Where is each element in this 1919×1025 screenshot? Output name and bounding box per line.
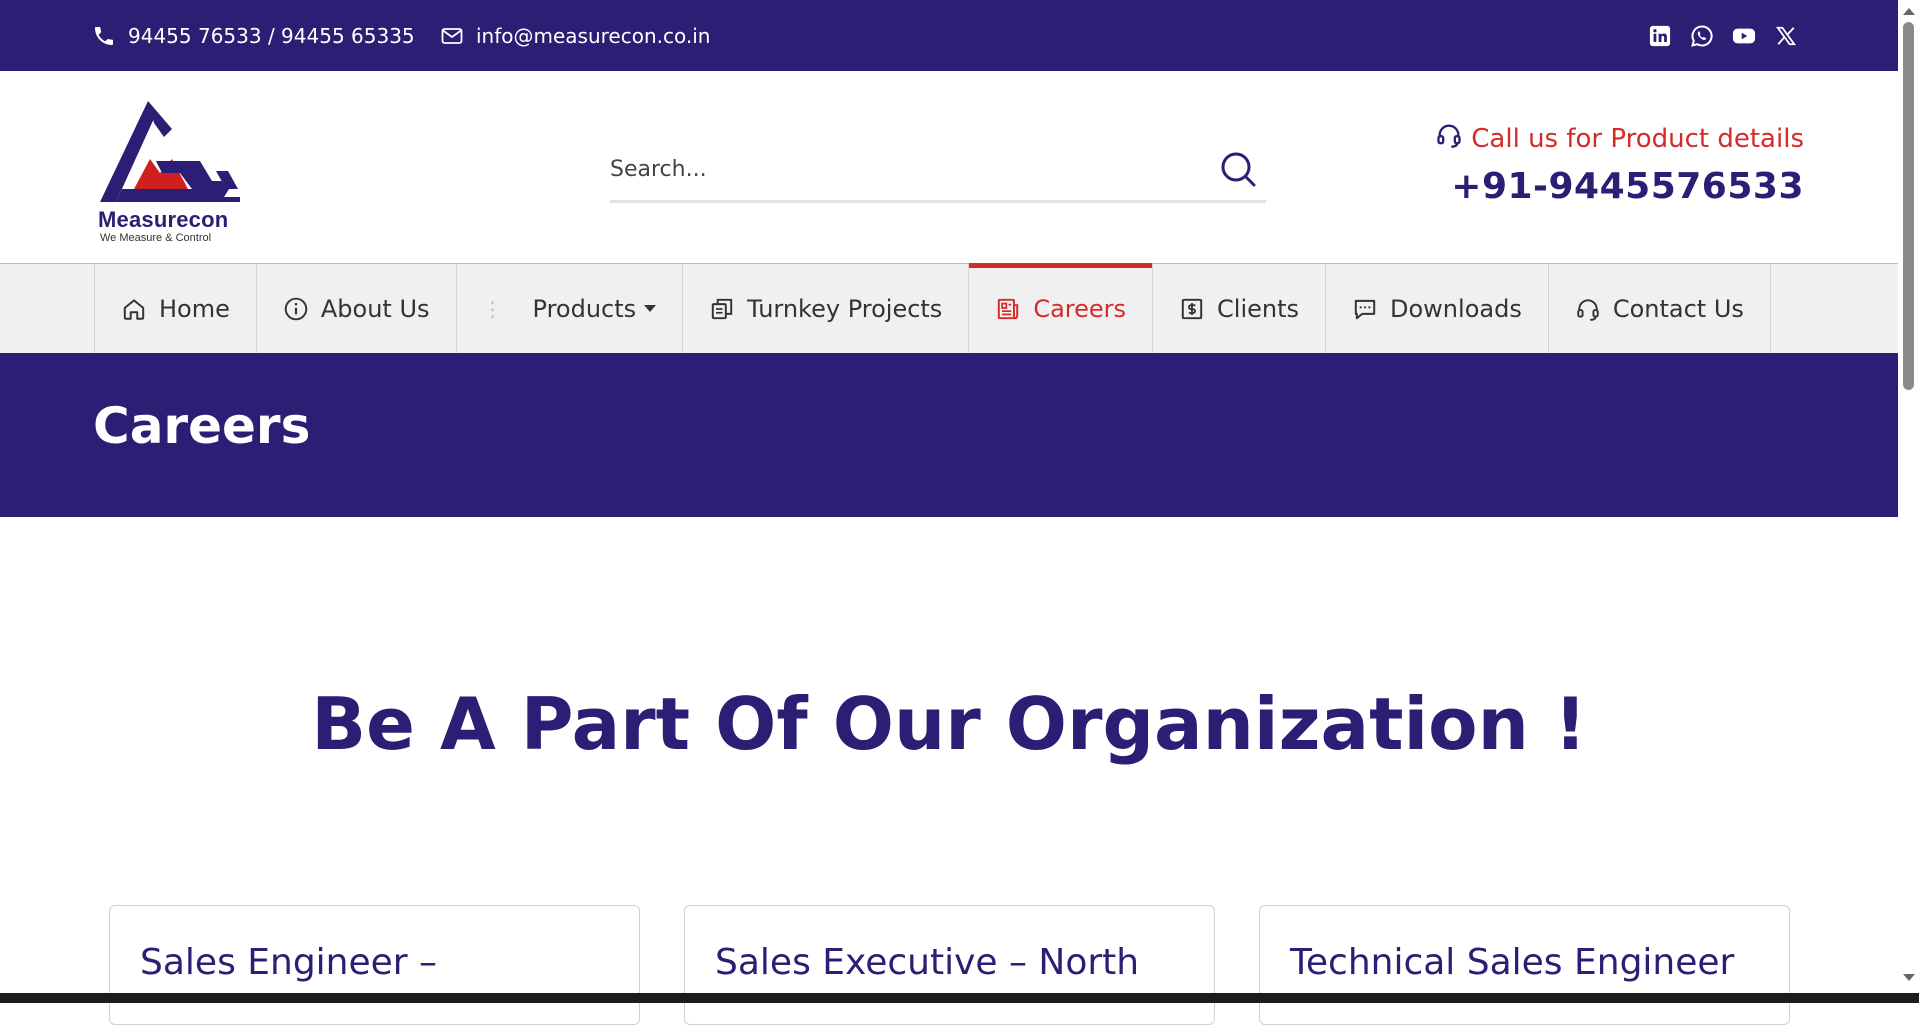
nav-label: Careers (1033, 294, 1127, 323)
job-card[interactable]: Technical Sales Engineer (1259, 905, 1790, 1025)
copy-icon (711, 298, 733, 319)
site-header: Measurecon We Measure & Control Call us … (0, 71, 1898, 264)
nav-label: Home (159, 294, 230, 323)
page-banner: Careers (0, 353, 1898, 517)
nav-label: Downloads (1390, 294, 1522, 323)
dots-icon: ⋮ (482, 296, 503, 321)
social-links (1648, 0, 1798, 71)
call-us-text: Call us for Product details (1471, 123, 1804, 154)
search-icon (1221, 152, 1256, 187)
job-title[interactable]: Sales Executive – North (715, 942, 1184, 983)
top-bar: 94455 76533 / 94455 65335 info@measureco… (0, 0, 1898, 71)
nav-label: Turnkey Projects (747, 294, 943, 323)
nav-home[interactable]: Home (94, 264, 256, 353)
newspaper-icon (998, 298, 1019, 319)
nav-about-us[interactable]: About Us (255, 264, 456, 353)
job-card[interactable]: Sales Executive – North (684, 905, 1215, 1025)
headset-icon (1577, 298, 1599, 321)
search-button[interactable] (1218, 149, 1258, 189)
scroll-up-icon[interactable] (1903, 8, 1915, 15)
nav-label: Products (532, 294, 637, 323)
phone-text: 94455 76533 / 94455 65335 (128, 23, 415, 48)
nav-contact-us[interactable]: Contact Us (1547, 264, 1771, 353)
nav-products[interactable]: ⋮ Products (455, 264, 683, 353)
caret-down-icon (644, 305, 657, 312)
linkedin-icon[interactable] (1648, 24, 1672, 48)
section-heading: Be A Part Of Our Organization ! (311, 682, 1587, 766)
phone-icon (92, 24, 116, 48)
nav-turnkey-projects[interactable]: Turnkey Projects (682, 264, 968, 353)
top-email[interactable]: info@measurecon.co.in (440, 0, 710, 71)
call-us-number[interactable]: +91-9445576533 (1435, 166, 1804, 207)
job-card[interactable]: Sales Engineer – (109, 905, 640, 1025)
x-icon[interactable] (1774, 24, 1798, 48)
window-bottom-strip (0, 993, 1919, 1003)
youtube-icon[interactable] (1732, 24, 1756, 48)
call-us-block: Call us for Product details +91-94455765… (1435, 121, 1804, 207)
chat-icon (1354, 299, 1376, 319)
top-phone[interactable]: 94455 76533 / 94455 65335 (92, 0, 415, 71)
home-icon (123, 298, 145, 320)
nav-clients[interactable]: Clients (1152, 264, 1325, 353)
logo-tagline: We Measure & Control (100, 232, 212, 244)
page-title: Careers (93, 397, 311, 455)
nav-downloads[interactable]: Downloads (1325, 264, 1548, 353)
call-us-label: Call us for Product details (1435, 121, 1804, 156)
whatsapp-icon[interactable] (1690, 24, 1714, 48)
job-cards: Sales Engineer – Sales Executive – North… (109, 905, 1790, 1025)
job-title[interactable]: Sales Engineer – (140, 942, 609, 983)
mail-icon (440, 24, 464, 48)
main-nav: Home About Us ⋮ Products Turnkey Project… (0, 263, 1898, 353)
info-icon (284, 297, 308, 320)
nav-label: Clients (1217, 294, 1300, 323)
scroll-thumb[interactable] (1903, 22, 1914, 390)
logo-name: Measurecon (98, 207, 229, 232)
search-box (610, 139, 1266, 203)
job-title[interactable]: Technical Sales Engineer (1290, 942, 1759, 983)
search-input[interactable] (610, 139, 1190, 199)
nav-label: Contact Us (1612, 294, 1744, 323)
headset-icon (1435, 121, 1463, 156)
email-text: info@measurecon.co.in (476, 23, 711, 48)
nav-careers[interactable]: Careers (968, 263, 1152, 353)
page-scrollbar[interactable] (1898, 0, 1919, 1003)
nav-label: About Us (320, 294, 430, 323)
scroll-down-icon[interactable] (1903, 974, 1915, 981)
dollar-box-icon (1181, 298, 1203, 319)
logo-mark-icon (100, 101, 240, 202)
site-logo[interactable]: Measurecon We Measure & Control (96, 89, 246, 249)
